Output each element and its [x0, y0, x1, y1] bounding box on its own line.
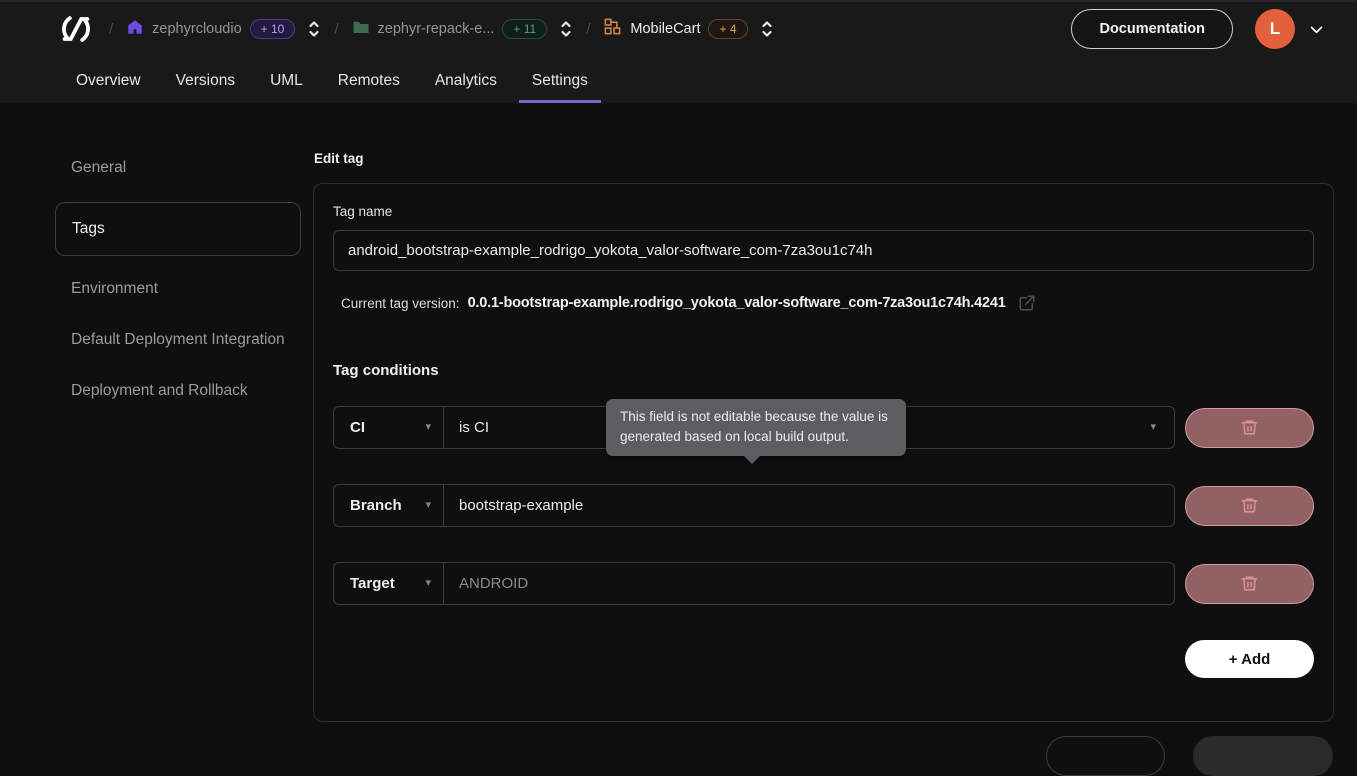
tag-conditions-list: CI ▾ is CI ▾ Branch ▾ — [333, 406, 1314, 605]
delete-condition-button[interactable] — [1185, 408, 1314, 448]
page-title: Edit tag — [314, 151, 364, 166]
add-condition-button[interactable]: + Add — [1185, 640, 1314, 678]
main-nav-tabs: Overview Versions UML Remotes Analytics … — [0, 58, 1357, 103]
condition-field: Branch ▾ bootstrap-example — [333, 484, 1175, 527]
edit-tag-card: Tag name Current tag version: 0.0.1-boot… — [313, 183, 1334, 722]
folder-icon — [352, 19, 370, 40]
sidebar-item-tags[interactable]: Tags — [55, 202, 301, 255]
condition-type-select[interactable]: Branch ▾ — [334, 485, 444, 526]
current-tag-version-line: Current tag version: 0.0.1-bootstrap-exa… — [333, 294, 1314, 312]
trash-icon — [1240, 418, 1259, 437]
condition-type-select[interactable]: CI ▾ — [334, 407, 444, 448]
documentation-button[interactable]: Documentation — [1071, 9, 1233, 49]
tab-overview[interactable]: Overview — [76, 58, 141, 103]
app-count-badge[interactable]: + 4 — [708, 19, 747, 39]
breadcrumb-project-name[interactable]: zephyr-repack-e... — [378, 21, 495, 37]
condition-field: Target ▾ ANDROID — [333, 562, 1175, 605]
home-icon — [126, 18, 144, 41]
delete-condition-button[interactable] — [1185, 486, 1314, 526]
breadcrumb-separator: / — [109, 21, 113, 38]
tag-conditions-title: Tag conditions — [333, 362, 1314, 379]
org-count-badge[interactable]: + 10 — [250, 19, 296, 39]
app-switcher-chevrons-icon[interactable] — [760, 17, 774, 41]
condition-row-target: Target ▾ ANDROID — [333, 562, 1314, 605]
breadcrumb-app-name[interactable]: MobileCart — [630, 21, 700, 37]
footer-secondary-button-partial[interactable] — [1046, 736, 1165, 776]
tab-versions[interactable]: Versions — [176, 58, 235, 103]
chevron-down-icon: ▾ — [425, 500, 431, 511]
account-menu-chevron-down-icon[interactable] — [1308, 21, 1325, 38]
condition-value-disabled: ANDROID — [444, 563, 1174, 604]
chevron-down-icon: ▾ — [425, 422, 431, 433]
chevron-down-icon: ▾ — [1150, 422, 1156, 433]
not-editable-tooltip: This field is not editable because the v… — [606, 399, 906, 456]
tab-settings[interactable]: Settings — [532, 58, 588, 103]
top-edge-strip — [0, 0, 1357, 2]
sidebar-item-default-deployment-integration[interactable]: Default Deployment Integration — [55, 319, 301, 360]
tag-name-label: Tag name — [333, 204, 1314, 219]
current-tag-version-value: 0.0.1-bootstrap-example.rodrigo_yokota_v… — [468, 295, 1006, 311]
project-switcher-chevrons-icon[interactable] — [559, 17, 573, 41]
breadcrumb-app[interactable]: MobileCart + 4 — [603, 17, 747, 41]
chevron-down-icon: ▾ — [425, 578, 431, 589]
breadcrumb-project[interactable]: zephyr-repack-e... + 11 — [352, 19, 548, 40]
breadcrumb-separator: / — [334, 21, 338, 38]
tab-analytics[interactable]: Analytics — [435, 58, 497, 103]
sidebar-item-environment[interactable]: Environment — [55, 268, 301, 309]
org-switcher-chevrons-icon[interactable] — [307, 17, 321, 41]
condition-row-branch: Branch ▾ bootstrap-example This field is… — [333, 484, 1314, 527]
add-row: + Add — [333, 640, 1314, 678]
breadcrumb-org-name[interactable]: zephyrcloudio — [152, 21, 241, 37]
external-link-icon[interactable] — [1018, 294, 1036, 312]
sidebar-item-deployment-and-rollback[interactable]: Deployment and Rollback — [55, 370, 301, 411]
org-icon — [603, 17, 622, 41]
tag-name-input[interactable] — [333, 230, 1314, 271]
sidebar-item-general[interactable]: General — [55, 147, 301, 188]
settings-sidebar: General Tags Environment Default Deploym… — [55, 147, 301, 411]
footer-primary-button-partial[interactable] — [1193, 736, 1333, 776]
avatar[interactable]: L — [1255, 9, 1295, 49]
trash-icon — [1240, 574, 1259, 593]
condition-type-select[interactable]: Target ▾ — [334, 563, 444, 604]
condition-value-readonly: bootstrap-example — [444, 485, 1174, 526]
zephyr-logo-icon[interactable] — [56, 9, 96, 49]
tab-uml[interactable]: UML — [270, 58, 303, 103]
breadcrumb-org[interactable]: zephyrcloudio + 10 — [126, 18, 295, 41]
project-count-badge[interactable]: + 11 — [502, 19, 547, 39]
delete-condition-button[interactable] — [1185, 564, 1314, 604]
breadcrumb-separator: / — [586, 21, 590, 38]
top-bar: / zephyrcloudio + 10 / zephyr-repack-e..… — [0, 0, 1357, 58]
trash-icon — [1240, 496, 1259, 515]
app-header: / zephyrcloudio + 10 / zephyr-repack-e..… — [0, 0, 1357, 103]
current-tag-version-label: Current tag version: — [341, 296, 460, 311]
tab-remotes[interactable]: Remotes — [338, 58, 400, 103]
